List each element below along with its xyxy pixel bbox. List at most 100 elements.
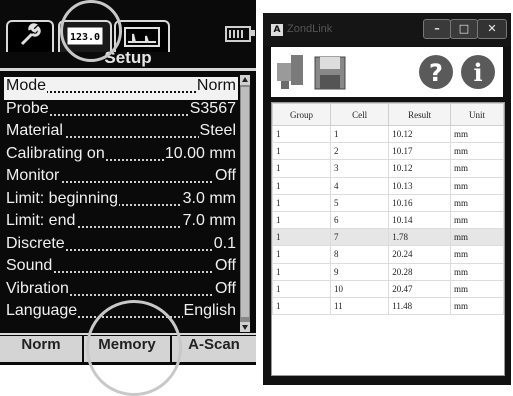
cell-result: 20.28 (388, 262, 451, 281)
cell-unit: mm (449, 193, 505, 212)
cell-cell: 8 (329, 245, 390, 264)
cell-group: 1 (272, 228, 331, 247)
save-icon[interactable] (311, 51, 349, 93)
menu-value: S3567 (188, 99, 236, 118)
menu-label: Probe (6, 99, 50, 118)
minimize-button[interactable]: – (423, 19, 451, 39)
column-header-cell[interactable]: Cell (329, 103, 390, 126)
app-icon: A (271, 24, 283, 36)
cell-result: 10.16 (388, 193, 451, 212)
table-row[interactable]: 1 11 11.48 mm (272, 296, 505, 316)
scroll-down-icon[interactable] (240, 322, 250, 332)
cell-result: 1.78 (388, 228, 451, 247)
menu-label: Limit: beginning (6, 189, 120, 208)
device-icon[interactable] (273, 51, 311, 93)
menu-item-probe[interactable]: Probe S3567 (4, 99, 238, 123)
cell-cell: 9 (329, 262, 390, 281)
highlight-circle (60, 0, 122, 62)
table-row[interactable]: 1 6 10.14 mm (272, 210, 505, 230)
scroll-up-icon[interactable] (240, 75, 250, 85)
cell-group: 1 (272, 124, 331, 144)
cell-unit: mm (449, 210, 505, 230)
table-row[interactable]: 1 2 10.17 mm (272, 142, 505, 161)
cell-cell: 5 (329, 193, 390, 212)
window-title: ZondLink (287, 23, 333, 35)
menu-item-sound[interactable]: Sound Off (4, 257, 238, 280)
cell-unit: mm (449, 124, 505, 144)
settings-menu: Mode Norm Probe S3567 Material Steel Cal… (4, 77, 238, 325)
menu-label: Limit: end (6, 212, 77, 230)
menu-value: Off (213, 257, 236, 275)
cell-group: 1 (272, 262, 331, 281)
info-icon[interactable]: i (459, 51, 497, 93)
softkey-norm[interactable]: Norm (0, 336, 84, 362)
cell-group: 1 (272, 176, 331, 195)
menu-item-calibrating[interactable]: Calibrating on 10.00 mm (4, 144, 238, 168)
menu-value: 7.0 mm (181, 212, 236, 230)
menu-item-discrete[interactable]: Discrete 0.1 (4, 234, 238, 258)
cell-cell: 11 (329, 296, 390, 316)
svg-text:?: ? (429, 59, 443, 87)
close-button[interactable]: ✕ (477, 19, 507, 39)
cell-cell: 6 (329, 210, 390, 230)
cell-group: 1 (272, 279, 331, 298)
menu-value: Steel (198, 122, 236, 140)
cell-group: 1 (272, 210, 331, 230)
help-icon[interactable]: ? (417, 51, 455, 93)
menu-value: 3.0 mm (181, 189, 236, 208)
table-row[interactable]: 1 5 10.16 mm (272, 193, 505, 212)
svg-text:i: i (473, 58, 482, 87)
scroll-thumb[interactable] (241, 87, 249, 317)
cell-cell: 4 (329, 176, 390, 195)
menu-value: 0.1 (212, 234, 236, 253)
menu-item-limit-end[interactable]: Limit: end 7.0 mm (4, 212, 238, 235)
menu-item-material[interactable]: Material Steel (4, 122, 238, 145)
menu-value: 10.00 mm (163, 144, 236, 163)
menu-label: Discrete (6, 234, 66, 253)
table-row-highlighted[interactable]: 1 7 1.78 mm (272, 228, 505, 247)
softkey-ascan[interactable]: A-Scan (172, 336, 256, 362)
table-row[interactable]: 1 10 20.47 mm (272, 279, 505, 298)
menu-value: Off (213, 279, 236, 298)
table-row[interactable]: 1 4 10.13 mm (272, 176, 505, 195)
menu-label: Language (6, 302, 79, 320)
cell-result: 10.17 (388, 142, 451, 161)
cell-unit: mm (449, 159, 505, 178)
menu-value: Off (213, 167, 236, 185)
cell-unit: mm (449, 262, 505, 281)
menu-item-vibration[interactable]: Vibration Off (4, 279, 238, 303)
menu-item-mode[interactable]: Mode Norm (4, 77, 238, 100)
battery-icon (225, 26, 255, 42)
table-row[interactable]: 1 1 10.12 mm (272, 124, 505, 144)
column-header-unit[interactable]: Unit (449, 103, 505, 126)
menu-item-monitor[interactable]: Monitor Off (4, 167, 238, 190)
cell-unit: mm (449, 228, 505, 247)
cell-group: 1 (272, 193, 331, 212)
column-header-result[interactable]: Result (388, 103, 451, 126)
zondlink-window: A ZondLink – □ ✕ ? i Group Cell Result U… (263, 13, 511, 385)
cell-group: 1 (272, 296, 331, 316)
cell-cell: 7 (329, 228, 390, 247)
title-bar[interactable]: A ZondLink – □ ✕ (263, 13, 511, 46)
cell-result: 10.12 (388, 124, 451, 144)
menu-value: English (182, 302, 236, 320)
column-header-group[interactable]: Group (272, 103, 331, 126)
menu-label: Monitor (6, 167, 61, 185)
cell-unit: mm (449, 296, 505, 316)
menu-item-limit-beginning[interactable]: Limit: beginning 3.0 mm (4, 189, 238, 213)
table-header-row: Group Cell Result Unit (272, 103, 505, 126)
table-row[interactable]: 1 9 20.28 mm (272, 262, 505, 281)
divider (0, 68, 256, 71)
menu-label: Vibration (6, 279, 70, 298)
cell-cell: 2 (329, 142, 390, 161)
results-table: Group Cell Result Unit 1 1 10.12 mm 1 2 10.17… (271, 102, 505, 376)
table-row[interactable]: 1 3 10.12 mm (272, 159, 505, 178)
cell-group: 1 (272, 142, 331, 161)
cell-result: 20.24 (388, 245, 451, 264)
cell-result: 20.47 (388, 279, 451, 298)
menu-label: Mode (6, 77, 48, 95)
maximize-button[interactable]: □ (450, 19, 478, 39)
table-row[interactable]: 1 8 20.24 mm (272, 245, 505, 264)
menu-scrollbar[interactable] (240, 75, 250, 332)
menu-value: Norm (195, 77, 236, 95)
